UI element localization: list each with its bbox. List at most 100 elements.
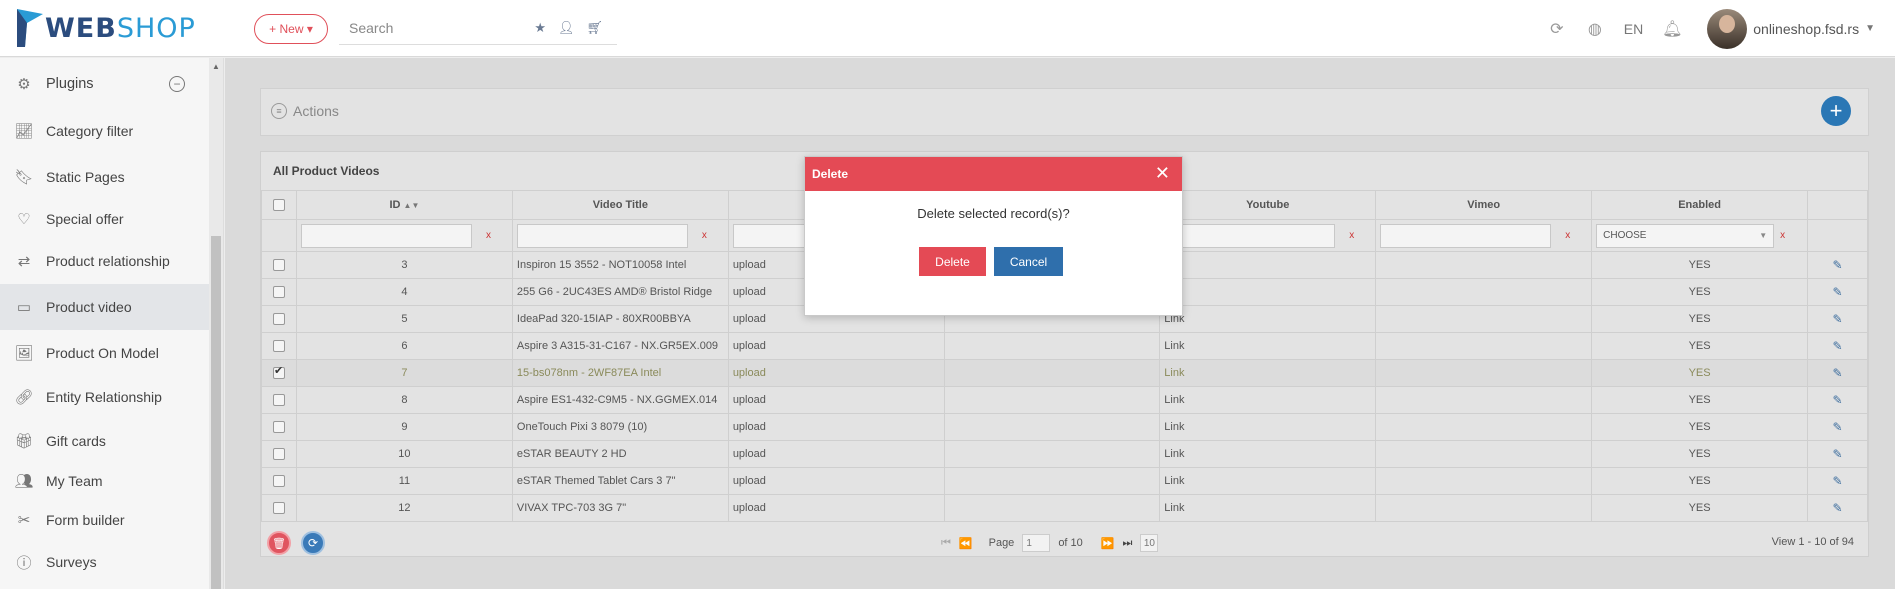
row-checkbox[interactable] bbox=[272, 421, 285, 434]
clear-filter-icon[interactable]: x bbox=[1349, 230, 1354, 241]
last-page-icon[interactable]: ⏭ bbox=[1122, 537, 1132, 550]
sidebar-item-label: Product video bbox=[46, 299, 132, 315]
confirm-delete-button[interactable]: Delete bbox=[919, 247, 986, 276]
sidebar-item-category-filter[interactable]: 📈︎ Category filter bbox=[0, 109, 209, 153]
row-checkbox[interactable] bbox=[272, 394, 285, 407]
sidebar-item-entity-relationship[interactable]: 🔗︎ Entity Relationship bbox=[0, 375, 209, 419]
edit-icon[interactable]: ✎ bbox=[1833, 474, 1843, 488]
heart-icon: ♡ bbox=[17, 211, 31, 228]
edit-icon[interactable]: ✎ bbox=[1833, 258, 1843, 272]
edit-icon[interactable]: ✎ bbox=[1833, 285, 1843, 299]
page-input[interactable]: 1 bbox=[1022, 534, 1051, 552]
table-row[interactable]: 12 VIVAX TPC-703 3G 7" upload Link YES ✎ bbox=[261, 494, 1868, 522]
table-row[interactable]: 11 eSTAR Themed Tablet Cars 3 7" upload … bbox=[261, 467, 1868, 495]
select-all-checkbox[interactable] bbox=[272, 199, 285, 212]
sidebar-item-label: Entity Relationship bbox=[46, 389, 162, 405]
globe-icon[interactable]: ◍ bbox=[1584, 18, 1606, 40]
gift-icon: 🎁︎ bbox=[14, 433, 34, 450]
bookmark-icon: 🔖︎ bbox=[14, 169, 34, 186]
sort-icon[interactable]: ▲▼ bbox=[404, 201, 420, 210]
actions-toggle[interactable]: ≡ Actions bbox=[271, 103, 339, 119]
table-row[interactable]: 9 OneTouch Pixi 3 8079 (10) upload Link … bbox=[261, 413, 1868, 441]
column-header-id[interactable]: ID ▲▼ bbox=[295, 190, 513, 220]
row-checkbox[interactable] bbox=[272, 364, 285, 380]
sidebar-item-my-team[interactable]: 👥︎ My Team bbox=[0, 459, 209, 503]
row-checkbox[interactable] bbox=[272, 313, 285, 326]
row-checkbox[interactable] bbox=[272, 286, 285, 299]
search-input[interactable] bbox=[339, 14, 529, 42]
delete-selected-button[interactable]: 🗑︎ bbox=[267, 531, 291, 555]
cart-icon[interactable]: 🛒︎ bbox=[586, 20, 603, 36]
clear-filter-icon[interactable]: x bbox=[702, 230, 707, 241]
chevron-down-icon[interactable]: ▼ bbox=[1865, 23, 1875, 34]
link-icon: 🔗︎ bbox=[14, 389, 34, 406]
sidebar-scrollbar[interactable]: ▲ bbox=[209, 58, 223, 589]
page-size-select[interactable]: 10 bbox=[1140, 534, 1159, 552]
row-checkbox[interactable] bbox=[272, 259, 285, 272]
table-row[interactable]: 8 Aspire ES1-432-C9M5 - NX.GGMEX.014 upl… bbox=[261, 386, 1868, 414]
sidebar-item-surveys[interactable]: ⓘ Surveys bbox=[0, 540, 209, 584]
bell-icon[interactable]: 🔔︎ bbox=[1661, 18, 1683, 40]
webshop-logo[interactable]: WEBSHOP bbox=[17, 9, 196, 47]
language-selector[interactable]: EN bbox=[1624, 21, 1643, 37]
next-page-icon[interactable]: ⏩ bbox=[1101, 537, 1115, 550]
cancel-button[interactable]: Cancel bbox=[994, 247, 1063, 276]
filter-id-input[interactable] bbox=[300, 223, 472, 248]
shuffle-icon: ⇄ bbox=[17, 253, 31, 270]
sync-icon[interactable]: ⟳ bbox=[1546, 18, 1568, 40]
first-page-icon[interactable]: ⏮ bbox=[941, 537, 951, 550]
sidebar: ⚙ Plugins − 📈︎ Category filter 🔖︎ Static P… bbox=[0, 58, 224, 589]
sidebar-item-special-offer[interactable]: ♡ Special offer bbox=[0, 197, 209, 241]
sidebar-group-plugins[interactable]: ⚙ Plugins − bbox=[0, 62, 209, 106]
prev-page-icon[interactable]: ⏪ bbox=[959, 537, 973, 550]
table-row[interactable]: 6 Aspire 3 A315-31-C167 - NX.GR5EX.009 u… bbox=[261, 332, 1868, 360]
shop-name[interactable]: onlineshop.fsd.rs bbox=[1753, 21, 1859, 37]
scrollbar-thumb[interactable] bbox=[211, 236, 221, 589]
sidebar-group-label: Plugins bbox=[46, 76, 94, 92]
image-icon: 🖼︎ bbox=[14, 345, 34, 362]
sidebar-item-static-pages[interactable]: 🔖︎ Static Pages bbox=[0, 155, 209, 199]
edit-icon[interactable]: ✎ bbox=[1833, 366, 1843, 380]
sidebar-item-product-relationship[interactable]: ⇄ Product relationship bbox=[0, 239, 209, 283]
sidebar-item-form-builder[interactable]: ✂ Form builder bbox=[0, 498, 209, 542]
sidebar-item-product-video[interactable]: ▭ Product video bbox=[0, 284, 209, 330]
edit-icon[interactable]: ✎ bbox=[1833, 501, 1843, 515]
filter-youtube-input[interactable] bbox=[1164, 223, 1336, 248]
clear-filter-icon[interactable]: x bbox=[486, 230, 491, 241]
user-icon[interactable]: 👤︎ bbox=[558, 20, 575, 36]
avatar[interactable] bbox=[1707, 8, 1748, 49]
question-icon: ⓘ bbox=[16, 554, 32, 572]
collapse-icon[interactable]: − bbox=[169, 76, 185, 92]
pager: 🗑︎ ⟳ ⏮ ⏪ Page 1 of 10 ⏩ ⏭ 10 View 1 - 10… bbox=[261, 526, 1868, 556]
page-label: Page bbox=[988, 537, 1015, 549]
sidebar-item-gift-cards[interactable]: 🎁︎ Gift cards bbox=[0, 419, 209, 463]
column-header-video-title[interactable]: Video Title bbox=[511, 190, 729, 220]
new-button[interactable]: + New ▾ bbox=[254, 14, 328, 44]
edit-icon[interactable]: ✎ bbox=[1833, 447, 1843, 461]
edit-icon[interactable]: ✎ bbox=[1833, 339, 1843, 353]
plugins-icon: ⚙ bbox=[17, 76, 31, 93]
row-checkbox[interactable] bbox=[272, 502, 285, 515]
edit-icon[interactable]: ✎ bbox=[1833, 312, 1843, 326]
row-checkbox[interactable] bbox=[272, 340, 285, 353]
row-checkbox[interactable] bbox=[272, 448, 285, 461]
add-button[interactable]: + bbox=[1821, 96, 1851, 126]
table-row-selected[interactable]: 7 15-bs078nm - 2WF87EA Intel upload Link… bbox=[261, 359, 1868, 387]
star-icon[interactable]: ★ bbox=[534, 20, 546, 36]
filter-enabled-select[interactable]: CHOOSE ▼ bbox=[1596, 223, 1775, 248]
filter-vimeo-input[interactable] bbox=[1380, 223, 1552, 248]
column-header-vimeo[interactable]: Vimeo bbox=[1375, 190, 1593, 220]
refresh-button[interactable]: ⟳ bbox=[301, 531, 325, 555]
row-checkbox[interactable] bbox=[272, 475, 285, 488]
edit-icon[interactable]: ✎ bbox=[1833, 393, 1843, 407]
edit-icon[interactable]: ✎ bbox=[1833, 420, 1843, 434]
column-header-enabled[interactable]: Enabled bbox=[1591, 190, 1809, 220]
column-header-youtube[interactable]: Youtube bbox=[1159, 190, 1377, 220]
filter-title-input[interactable] bbox=[516, 223, 688, 248]
close-icon[interactable]: ✕ bbox=[1155, 164, 1170, 182]
table-row[interactable]: 10 eSTAR BEAUTY 2 HD upload Link YES ✎ bbox=[261, 440, 1868, 468]
clear-filter-icon[interactable]: x bbox=[1565, 230, 1570, 241]
clear-filter-icon[interactable]: x bbox=[1780, 230, 1785, 241]
scroll-up-icon[interactable]: ▲ bbox=[212, 62, 220, 71]
sidebar-item-product-on-model[interactable]: 🖼︎ Product On Model bbox=[0, 331, 209, 375]
